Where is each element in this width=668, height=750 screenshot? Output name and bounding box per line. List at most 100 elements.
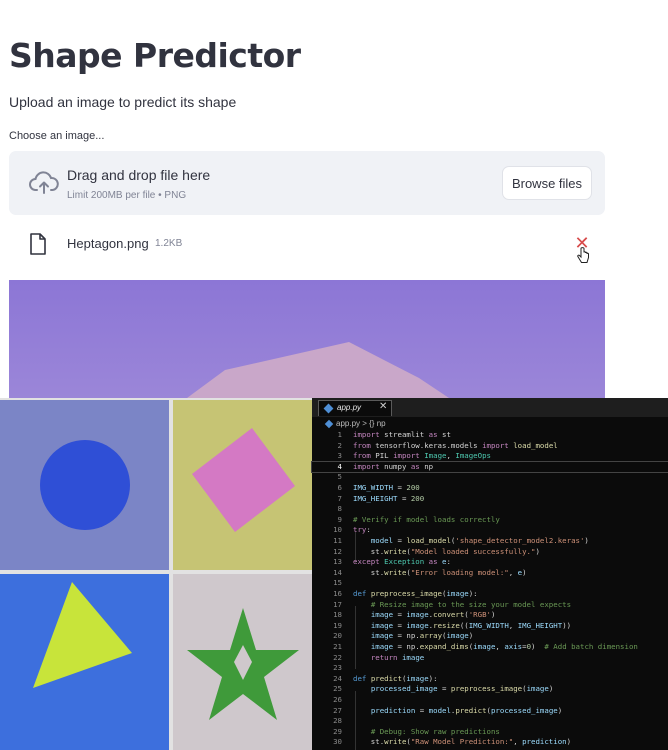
code-line[interactable]: 20 image = np.array(image)	[312, 631, 668, 642]
line-number: 24	[333, 673, 342, 683]
streamlit-app: Shape Predictor Upload an image to predi…	[0, 0, 668, 398]
line-code: image = image.convert('RGB')	[370, 610, 496, 620]
code-editor: app.py ✕ app.py > {} np 1 import streamli…	[311, 398, 668, 750]
code-line[interactable]: 10 try:	[312, 525, 668, 536]
line-number: 10	[333, 525, 342, 535]
circle-shape	[40, 440, 130, 530]
code-line[interactable]: 3 from PIL import Image, ImageOps	[312, 451, 668, 462]
line-number: 19	[333, 620, 342, 630]
browse-files-button[interactable]: Browse files	[502, 166, 592, 200]
tab-app-py[interactable]: app.py ✕	[318, 400, 392, 416]
line-number: 11	[333, 536, 342, 545]
tab-label: app.py	[337, 403, 362, 412]
line-number: 5	[337, 472, 342, 482]
code-line[interactable]: 2 from tensorflow.keras.models import loa…	[312, 441, 668, 452]
python-file-icon	[324, 419, 334, 429]
code-line[interactable]: 25 processed_image = preprocess_image(im…	[312, 684, 668, 695]
editor-tab-bar: app.py ✕	[312, 398, 668, 417]
code-line[interactable]: 18 image = image.convert('RGB')	[312, 610, 668, 621]
line-number: 22	[333, 652, 342, 662]
breadcrumb[interactable]: app.py > {} np	[312, 418, 668, 430]
line-number: 8	[337, 504, 342, 514]
code-line[interactable]: 11 model = load_model('shape_detector_mo…	[312, 536, 668, 547]
code-line[interactable]: 21 image = np.expand_dims(image, axis=0)…	[312, 642, 668, 653]
line-code: image = np.array(image)	[370, 631, 474, 641]
line-number: 13	[333, 557, 342, 567]
line-number: 20	[333, 631, 342, 641]
line-code: # Verify if model loads correctly	[353, 514, 500, 524]
line-code: from PIL import Image, ImageOps	[353, 451, 491, 461]
line-code: except Exception as e:	[353, 557, 451, 567]
line-code: image = np.expand_dims(image, axis=0) # …	[370, 642, 638, 651]
line-code: # Debug: Show raw predictions	[370, 726, 500, 736]
code-line[interactable]: 15	[312, 578, 668, 589]
line-number: 27	[333, 705, 342, 715]
line-number: 1	[337, 430, 342, 439]
line-code: def predict(image):	[353, 673, 438, 683]
code-line[interactable]: 13 except Exception as e:	[312, 557, 668, 568]
line-code: import numpy as np	[353, 461, 434, 471]
code-line[interactable]: 6 IMG_WIDTH = 200	[312, 483, 668, 494]
uploaded-file-name: Heptagon.png	[67, 236, 149, 251]
page-title: Shape Predictor	[9, 36, 301, 75]
line-code: return image	[370, 652, 425, 662]
code-line[interactable]: 9 # Verify if model loads correctly	[312, 515, 668, 526]
code-line[interactable]: 30 st.write("Raw Model Prediction:", pre…	[312, 737, 668, 748]
line-code: try:	[353, 525, 371, 535]
line-code: st.write("Error loading model:", e)	[353, 567, 527, 577]
line-number: 25	[333, 684, 342, 694]
code-line[interactable]: 24 def predict(image):	[312, 674, 668, 685]
line-code: prediction = model.predict(processed_ima…	[370, 705, 563, 715]
line-code: def preprocess_image(image):	[353, 589, 478, 598]
line-code: IMG_WIDTH = 200	[353, 483, 420, 492]
line-number: 4	[337, 461, 342, 471]
breadcrumb-text: app.py > {} np	[336, 419, 386, 428]
file-dropzone[interactable]: Drag and drop file here Limit 200MB per …	[9, 151, 605, 215]
code-line[interactable]: 4 import numpy as np	[311, 460, 668, 474]
code-line[interactable]: 28	[312, 716, 668, 727]
code-line[interactable]: 29 # Debug: Show raw predictions	[312, 727, 668, 738]
code-line[interactable]: 26	[312, 695, 668, 706]
pointer-cursor-icon	[577, 247, 589, 263]
line-number: 28	[333, 716, 342, 726]
line-number: 6	[337, 483, 342, 492]
shapes-examples-image	[0, 398, 312, 750]
line-number: 3	[337, 451, 342, 461]
line-number: 7	[337, 493, 342, 503]
code-line[interactable]: 8	[312, 504, 668, 515]
line-number: 15	[333, 578, 342, 588]
code-line[interactable]: 1 import streamlit as st	[312, 430, 668, 441]
line-code: # Resize image to the size your model ex…	[370, 599, 572, 609]
heptagon-shape	[187, 342, 449, 398]
uploaded-image-preview	[9, 280, 605, 398]
line-code: IMG_HEIGHT = 200	[353, 493, 425, 503]
line-code: import streamlit as st	[353, 430, 451, 439]
code-line[interactable]: 22 return image	[312, 653, 668, 664]
line-number: 17	[333, 599, 342, 609]
code-line[interactable]: 12 st.write("Model loaded successfully."…	[312, 547, 668, 558]
code-line[interactable]: 16 def preprocess_image(image):	[312, 589, 668, 600]
file-icon	[30, 233, 46, 255]
code-line[interactable]: 23	[312, 663, 668, 674]
line-code: image = image.resize((IMG_WIDTH, IMG_HEI…	[370, 620, 572, 630]
code-line[interactable]: 5	[312, 472, 668, 483]
code-line[interactable]: 27 prediction = model.predict(processed_…	[312, 706, 668, 717]
line-code: st.write("Raw Model Prediction:", predic…	[353, 737, 572, 747]
line-number: 14	[333, 567, 342, 577]
code-line[interactable]: 7 IMG_HEIGHT = 200	[312, 494, 668, 505]
line-code: processed_image = preprocess_image(image…	[370, 684, 554, 694]
line-number: 21	[333, 642, 342, 651]
tab-close-icon[interactable]: ✕	[379, 401, 387, 412]
line-code: from tensorflow.keras.models import load…	[353, 440, 558, 450]
uploaded-file-size: 1.2KB	[155, 238, 183, 249]
uploader-label: Choose an image...	[9, 130, 105, 142]
line-code: st.write("Model loaded successfully.")	[353, 546, 540, 556]
code-line[interactable]: 19 image = image.resize((IMG_WIDTH, IMG_…	[312, 621, 668, 632]
line-number: 30	[333, 737, 342, 747]
code-line[interactable]: 17 # Resize image to the size your model…	[312, 600, 668, 611]
line-number: 12	[333, 546, 342, 556]
code-line[interactable]: 14 st.write("Error loading model:", e)	[312, 568, 668, 579]
line-number: 9	[337, 514, 342, 524]
line-number: 2	[337, 440, 342, 450]
line-number: 18	[333, 610, 342, 620]
